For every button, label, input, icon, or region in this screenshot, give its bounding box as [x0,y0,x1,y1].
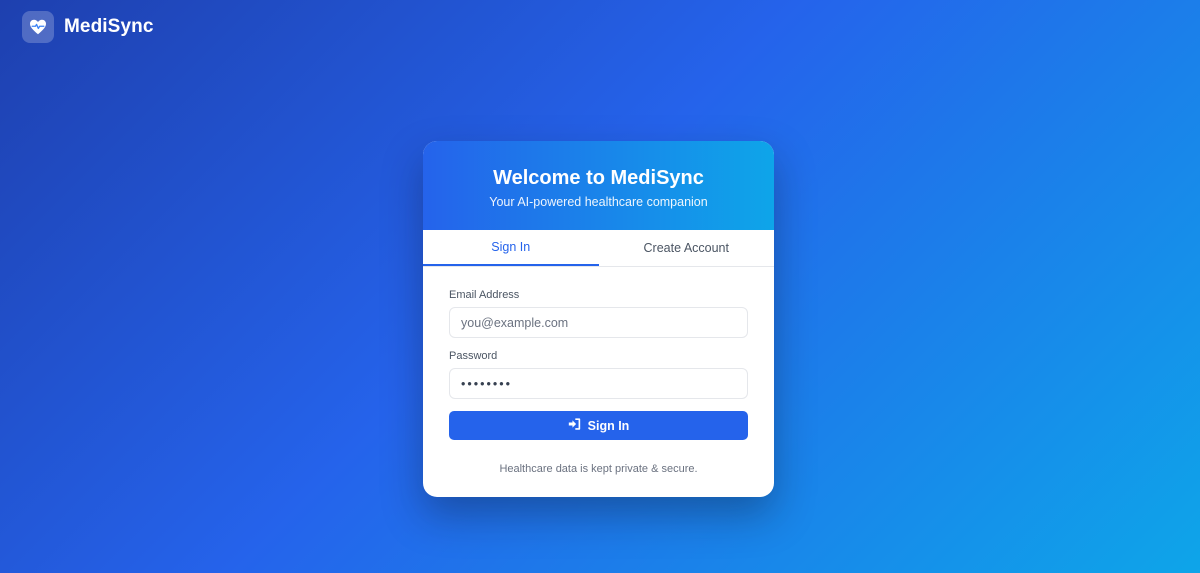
password-field[interactable] [449,368,748,399]
sign-in-button[interactable]: Sign In [449,411,748,440]
card-header: Welcome to MediSync Your AI-powered heal… [423,141,774,230]
privacy-note: Healthcare data is kept private & secure… [499,463,698,475]
email-field-group: Email Address [449,289,748,338]
auth-tabs: Sign In Create Account [423,230,774,267]
auth-card: Welcome to MediSync Your AI-powered heal… [423,141,774,497]
password-field-group: Password [449,350,748,399]
brand-name: MediSync [64,16,154,37]
card-title: Welcome to MediSync [493,167,704,189]
tab-sign-in[interactable]: Sign In [423,230,599,266]
tab-create-account[interactable]: Create Account [599,230,775,266]
sign-in-icon [568,418,581,433]
heart-pulse-icon [22,11,54,43]
sign-in-form: Email Address Password Sign In Healthcar… [423,267,774,475]
card-subtitle: Your AI-powered healthcare companion [489,195,708,209]
brand-logo[interactable]: MediSync [22,11,154,43]
email-label: Email Address [449,289,520,301]
sign-in-button-label: Sign In [587,418,630,433]
password-label: Password [449,350,498,362]
email-field[interactable] [449,307,748,338]
